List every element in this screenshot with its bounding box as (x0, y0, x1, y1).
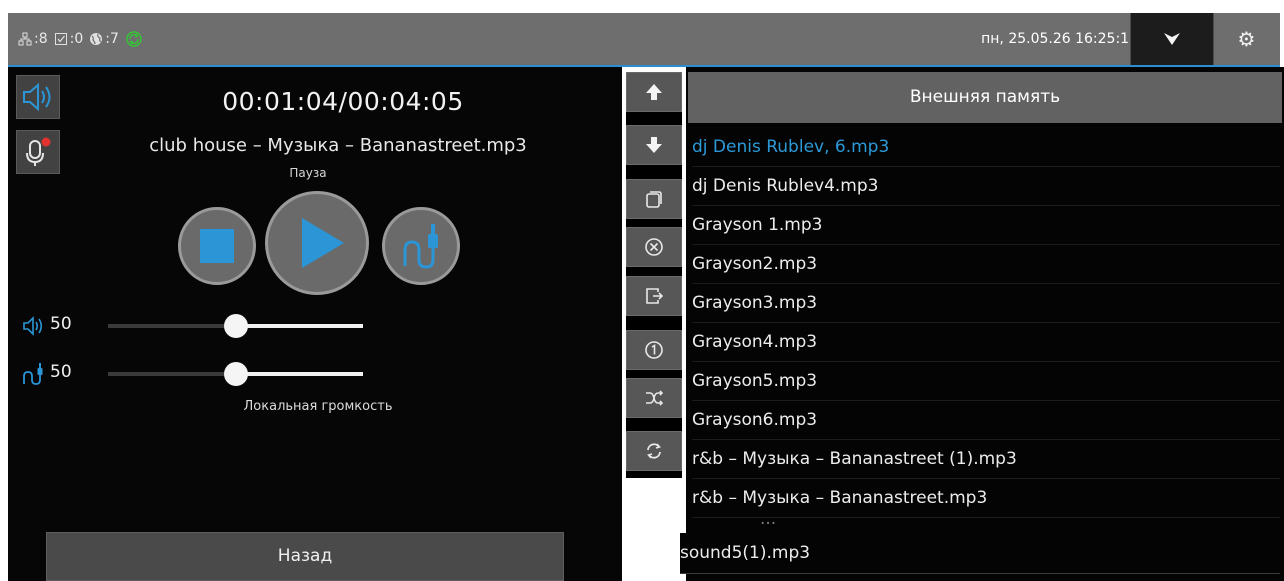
dropdown-button[interactable] (1130, 13, 1214, 65)
line-in-button[interactable] (382, 207, 460, 285)
move-up-button[interactable] (626, 72, 682, 112)
date-time: пн, 25.05.26 16:25:10 (981, 31, 1138, 47)
line-volume-fill (235, 372, 363, 376)
checked-status: :0 (54, 31, 84, 47)
line-in-icon (403, 224, 438, 269)
playlist-item[interactable]: Grayson 1.mp3 (692, 206, 1280, 245)
playback-time: 00:01:04/00:04:05 (222, 87, 464, 116)
network-status: :8 (18, 31, 48, 47)
play-button[interactable] (265, 191, 369, 295)
repeat-button[interactable] (626, 431, 682, 471)
copy-button[interactable] (626, 179, 682, 219)
playlist-item[interactable]: Grayson4.mp3 (692, 323, 1280, 362)
arrow-down-icon (646, 137, 662, 153)
shuffle-button[interactable] (626, 378, 682, 418)
repeat-icon (647, 443, 661, 459)
speaker-icon (23, 82, 51, 112)
move-down-button[interactable] (626, 125, 682, 165)
playlist-item[interactable]: r&b – Музыка – Bananastreet (1).mp3 (692, 440, 1280, 479)
network-icon (18, 32, 32, 46)
playlist-item[interactable]: r&b – Музыка – Bananastreet.mp3 (692, 479, 1280, 518)
checked-count: :0 (69, 31, 84, 47)
sync-icon (126, 31, 142, 47)
line-in-volume-icon (23, 363, 43, 385)
playback-state: Пауза (289, 166, 327, 180)
checkbox-icon (54, 33, 67, 45)
playlist-item[interactable]: dj Denis Rublev4.mp3 (692, 167, 1280, 206)
playlist-item[interactable]: sound5(1).mp3 (680, 533, 1280, 574)
track-title: club house – Музыка – Bananastreet.mp3 (149, 135, 527, 156)
playlist-panel: Внешняя память dj Denis Rublev, 6.mp3 dj… (680, 67, 1284, 581)
playlist-item-partial: ... (692, 519, 922, 527)
playlist-tools (626, 72, 682, 478)
copy-icon (646, 191, 662, 208)
remove-button[interactable] (626, 227, 682, 267)
gear-icon: ⚙ (1237, 27, 1256, 51)
speaker-toggle-button[interactable] (16, 75, 60, 119)
remove-icon (645, 238, 663, 256)
playlist-item[interactable]: dj Denis Rublev, 6.mp3 (692, 128, 1280, 167)
player-panel: 00:01:04/00:04:05 club house – Музыка – … (8, 67, 622, 581)
chevron-down-icon (1164, 33, 1180, 45)
move-to-button[interactable] (626, 276, 682, 316)
playlist-item[interactable]: Grayson2.mp3 (692, 245, 1280, 284)
main-volume-value: 50 (50, 314, 72, 334)
repeat-one-button[interactable] (626, 330, 682, 370)
line-volume-slider[interactable] (108, 362, 363, 386)
web-status: :7 (89, 31, 119, 47)
main-volume-fill (235, 324, 363, 328)
playlist-item[interactable]: Grayson6.mp3 (692, 401, 1280, 440)
storage-source-button[interactable]: Внешняя память (688, 72, 1282, 123)
microphone-button[interactable] (16, 130, 60, 174)
line-volume-value: 50 (50, 362, 72, 382)
stop-button[interactable] (178, 207, 256, 285)
network-count: :8 (34, 31, 48, 47)
settings-button[interactable]: ⚙ (1213, 13, 1280, 65)
main-volume-slider[interactable] (108, 314, 363, 338)
status-indicators: :8 :0 :7 (18, 13, 143, 65)
playlist-item[interactable]: Grayson5.mp3 (692, 362, 1280, 401)
player-app: :8 :0 :7 пн, 25.05.26 16:25:10 ⚙ 00:01:0… (0, 0, 1284, 581)
stop-icon (200, 229, 234, 263)
repeat-one-icon (645, 341, 663, 359)
speaker-volume-icon (23, 316, 43, 336)
globe-icon (90, 33, 103, 45)
partial-item-text: ... (692, 519, 922, 527)
move-icon (646, 288, 664, 304)
back-button[interactable]: Назад (46, 532, 564, 581)
play-icon (302, 218, 344, 268)
microphone-icon (26, 137, 51, 166)
local-volume-label: Локальная громкость (243, 399, 393, 414)
status-bar: :8 :0 :7 пн, 25.05.26 16:25:10 ⚙ (8, 13, 1280, 67)
shuffle-icon (646, 390, 664, 406)
main-volume-thumb[interactable] (223, 314, 248, 338)
arrow-up-icon (646, 84, 662, 100)
web-count: :7 (105, 31, 119, 47)
line-volume-thumb[interactable] (223, 362, 248, 386)
playlist-item[interactable]: Grayson3.mp3 (692, 284, 1280, 323)
